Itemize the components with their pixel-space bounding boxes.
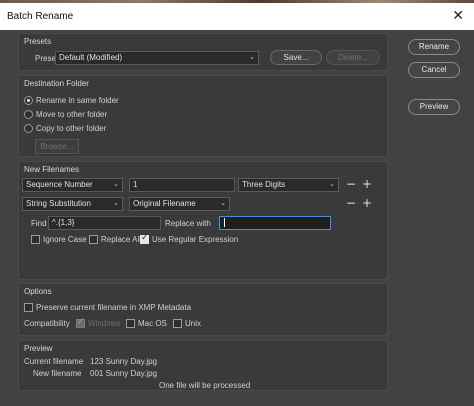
save-preset-button[interactable]: Save...: [270, 50, 322, 65]
files-processed-status: One file will be processed: [159, 381, 251, 390]
macos-checkbox[interactable]: [126, 319, 135, 328]
replace-input[interactable]: [219, 216, 331, 230]
element-type-select-2[interactable]: String Substitution ⌄: [22, 197, 123, 211]
current-filename-label: Current filename: [24, 357, 84, 366]
title-bar: Batch Rename ✕: [0, 3, 474, 30]
destination-title: Destination Folder: [24, 79, 89, 88]
unix-label: Unix: [185, 319, 202, 328]
rename-same-folder-label: Rename in same folder: [36, 96, 119, 105]
window-title: Batch Rename: [7, 11, 74, 22]
preserve-filename-checkbox[interactable]: [24, 303, 33, 312]
sequence-start-input[interactable]: 1: [129, 178, 235, 192]
radio-move-other-folder[interactable]: [24, 110, 33, 119]
element-type-value-2: String Substitution: [26, 199, 91, 208]
chevron-down-icon: ⌄: [113, 181, 119, 188]
find-input[interactable]: ^.{1,3}: [48, 216, 161, 230]
new-filenames-title: New Filenames: [24, 165, 80, 174]
windows-label: Windows: [88, 319, 121, 328]
chevron-down-icon: ⌄: [249, 54, 255, 61]
replace-with-label: Replace with: [165, 219, 211, 228]
compatibility-label: Compatibility: [24, 319, 70, 328]
add-row-1-button[interactable]: +: [362, 178, 372, 190]
preset-selected-value: Default (Modified): [59, 53, 123, 62]
copy-other-folder-label: Copy to other folder: [36, 124, 107, 133]
radio-rename-same-folder[interactable]: [24, 96, 33, 105]
new-filename-value: 001 Sunny Day.jpg: [90, 369, 158, 378]
options-title: Options: [24, 287, 52, 296]
rename-button[interactable]: Rename: [408, 39, 460, 55]
digits-select[interactable]: Three Digits ⌄: [238, 178, 339, 192]
substitution-source-value: Original Filename: [133, 199, 196, 208]
preset-select[interactable]: Default (Modified) ⌄: [55, 51, 259, 65]
close-icon[interactable]: ✕: [452, 8, 464, 22]
text-caret: [224, 218, 225, 228]
remove-row-1-button[interactable]: −: [346, 178, 356, 190]
presets-title: Presets: [24, 37, 52, 46]
digits-value: Three Digits: [242, 180, 286, 189]
browse-button[interactable]: Browse...: [35, 139, 79, 154]
substitution-source-select[interactable]: Original Filename ⌄: [129, 197, 230, 211]
use-regex-checkbox[interactable]: [140, 233, 149, 244]
batch-rename-dialog: Rename Cancel Preview Presets Preset Def…: [0, 30, 474, 406]
find-label: Find: [31, 219, 47, 228]
replace-all-checkbox[interactable]: [89, 235, 98, 244]
preserve-filename-label: Preserve current filename in XMP Metadat…: [36, 303, 192, 312]
preview-panel: Preview Current filename 123 Sunny Day.j…: [18, 340, 388, 391]
use-regex-label: Use Regular Expression: [152, 235, 239, 244]
chevron-down-icon: ⌄: [220, 200, 226, 207]
remove-row-2-button[interactable]: −: [346, 197, 356, 209]
presets-panel: Presets Preset Default (Modified) ⌄ Save…: [18, 33, 388, 71]
windows-checkbox: [76, 317, 85, 328]
element-type-value-1: Sequence Number: [26, 180, 93, 189]
cancel-button[interactable]: Cancel: [408, 62, 460, 78]
radio-copy-other-folder[interactable]: [24, 124, 33, 133]
new-filenames-panel: New Filenames Sequence Number ⌄ 1 Three …: [18, 161, 388, 280]
replace-all-label: Replace All: [101, 235, 142, 244]
preview-title: Preview: [24, 344, 53, 353]
chevron-down-icon: ⌄: [329, 181, 335, 188]
ignore-case-label: Ignore Case: [43, 235, 87, 244]
macos-label: Mac OS: [138, 319, 167, 328]
options-panel: Options Preserve current filename in XMP…: [18, 283, 388, 336]
element-type-select-1[interactable]: Sequence Number ⌄: [22, 178, 123, 192]
delete-preset-button[interactable]: Delete...: [326, 50, 380, 65]
current-filename-value: 123 Sunny Day.jpg: [90, 357, 158, 366]
new-filename-label: New filename: [33, 369, 82, 378]
chevron-down-icon: ⌄: [113, 200, 119, 207]
destination-folder-panel: Destination Folder Rename in same folder…: [18, 75, 388, 157]
preview-button[interactable]: Preview: [408, 99, 460, 115]
ignore-case-checkbox[interactable]: [31, 235, 40, 244]
unix-checkbox[interactable]: [173, 319, 182, 328]
move-other-folder-label: Move to other folder: [36, 110, 108, 119]
add-row-2-button[interactable]: +: [362, 197, 372, 209]
